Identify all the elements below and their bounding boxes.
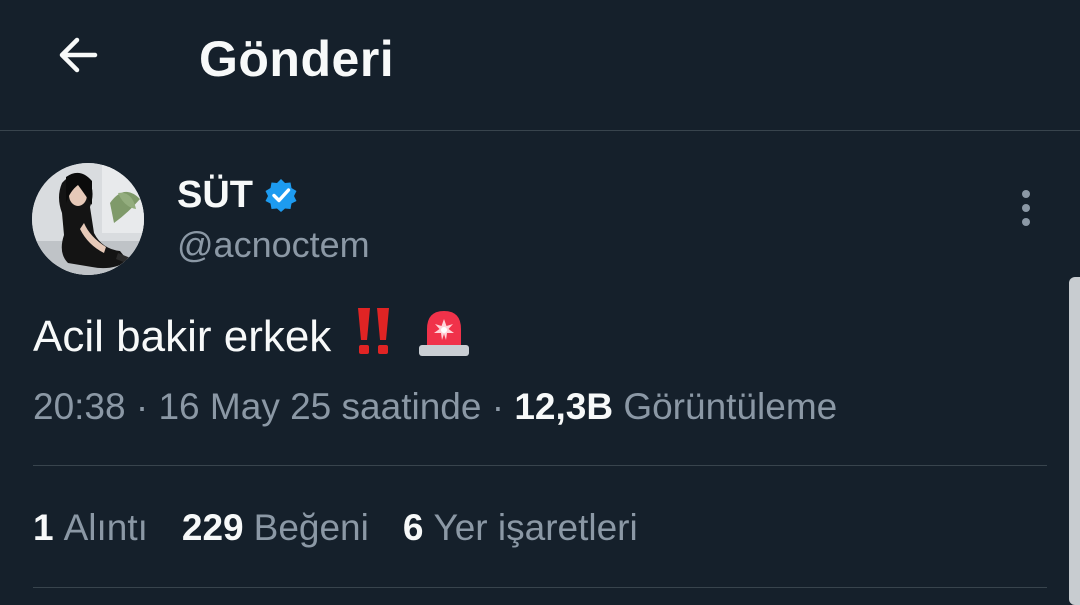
views-label: Görüntüleme <box>623 386 838 427</box>
verified-badge-icon <box>265 179 297 212</box>
police-light-icon <box>417 305 471 368</box>
bookmarks-count: 6 <box>402 507 424 548</box>
back-button[interactable] <box>44 22 110 88</box>
bookmarks-label: Yer işaretleri <box>433 507 638 548</box>
quotes-count: 1 <box>33 507 54 548</box>
post-date[interactable]: 16 May 25 saatinde <box>158 386 481 427</box>
likes-label: Beğeni <box>253 507 369 548</box>
scrollbar[interactable] <box>1069 277 1080 605</box>
more-vertical-icon <box>1022 190 1030 226</box>
meta-separator: · <box>135 386 149 427</box>
more-options-button[interactable] <box>1004 186 1048 230</box>
avatar[interactable] <box>32 163 144 275</box>
display-name[interactable]: SÜT <box>177 174 253 217</box>
quotes-label: Alıntı <box>63 507 148 548</box>
divider <box>33 465 1047 466</box>
engagement-stats: 1 Alıntı 229 Beğeni 6 Yer işaretleri <box>33 507 672 549</box>
double-exclamation-icon <box>355 306 393 367</box>
quotes-stat[interactable]: 1 Alıntı <box>33 507 148 549</box>
author-name-row[interactable]: SÜT <box>177 170 299 220</box>
bookmarks-stat[interactable]: 6 Yer işaretleri <box>403 507 638 549</box>
top-app-bar: Gönderi <box>0 0 1080 131</box>
post-detail-screen: Gönderi SÜT @acnoctem Acil bakir erkek 2… <box>0 0 1080 605</box>
post-body: Acil bakir erkek <box>33 305 471 368</box>
post-metadata: 20:38 · 16 May 25 saatinde · 12,3B Görün… <box>33 386 837 428</box>
arrow-left-icon <box>59 37 98 73</box>
meta-separator: · <box>491 386 505 427</box>
post-text: Acil bakir erkek <box>33 311 332 361</box>
page-title: Gönderi <box>199 31 395 87</box>
divider <box>33 587 1047 588</box>
post-time[interactable]: 20:38 <box>33 386 126 427</box>
views-count: 12,3B <box>514 386 614 427</box>
likes-stat[interactable]: 229 Beğeni <box>182 507 369 549</box>
author-handle[interactable]: @acnoctem <box>177 224 370 266</box>
avatar-image <box>32 163 144 275</box>
likes-count: 229 <box>181 507 244 548</box>
